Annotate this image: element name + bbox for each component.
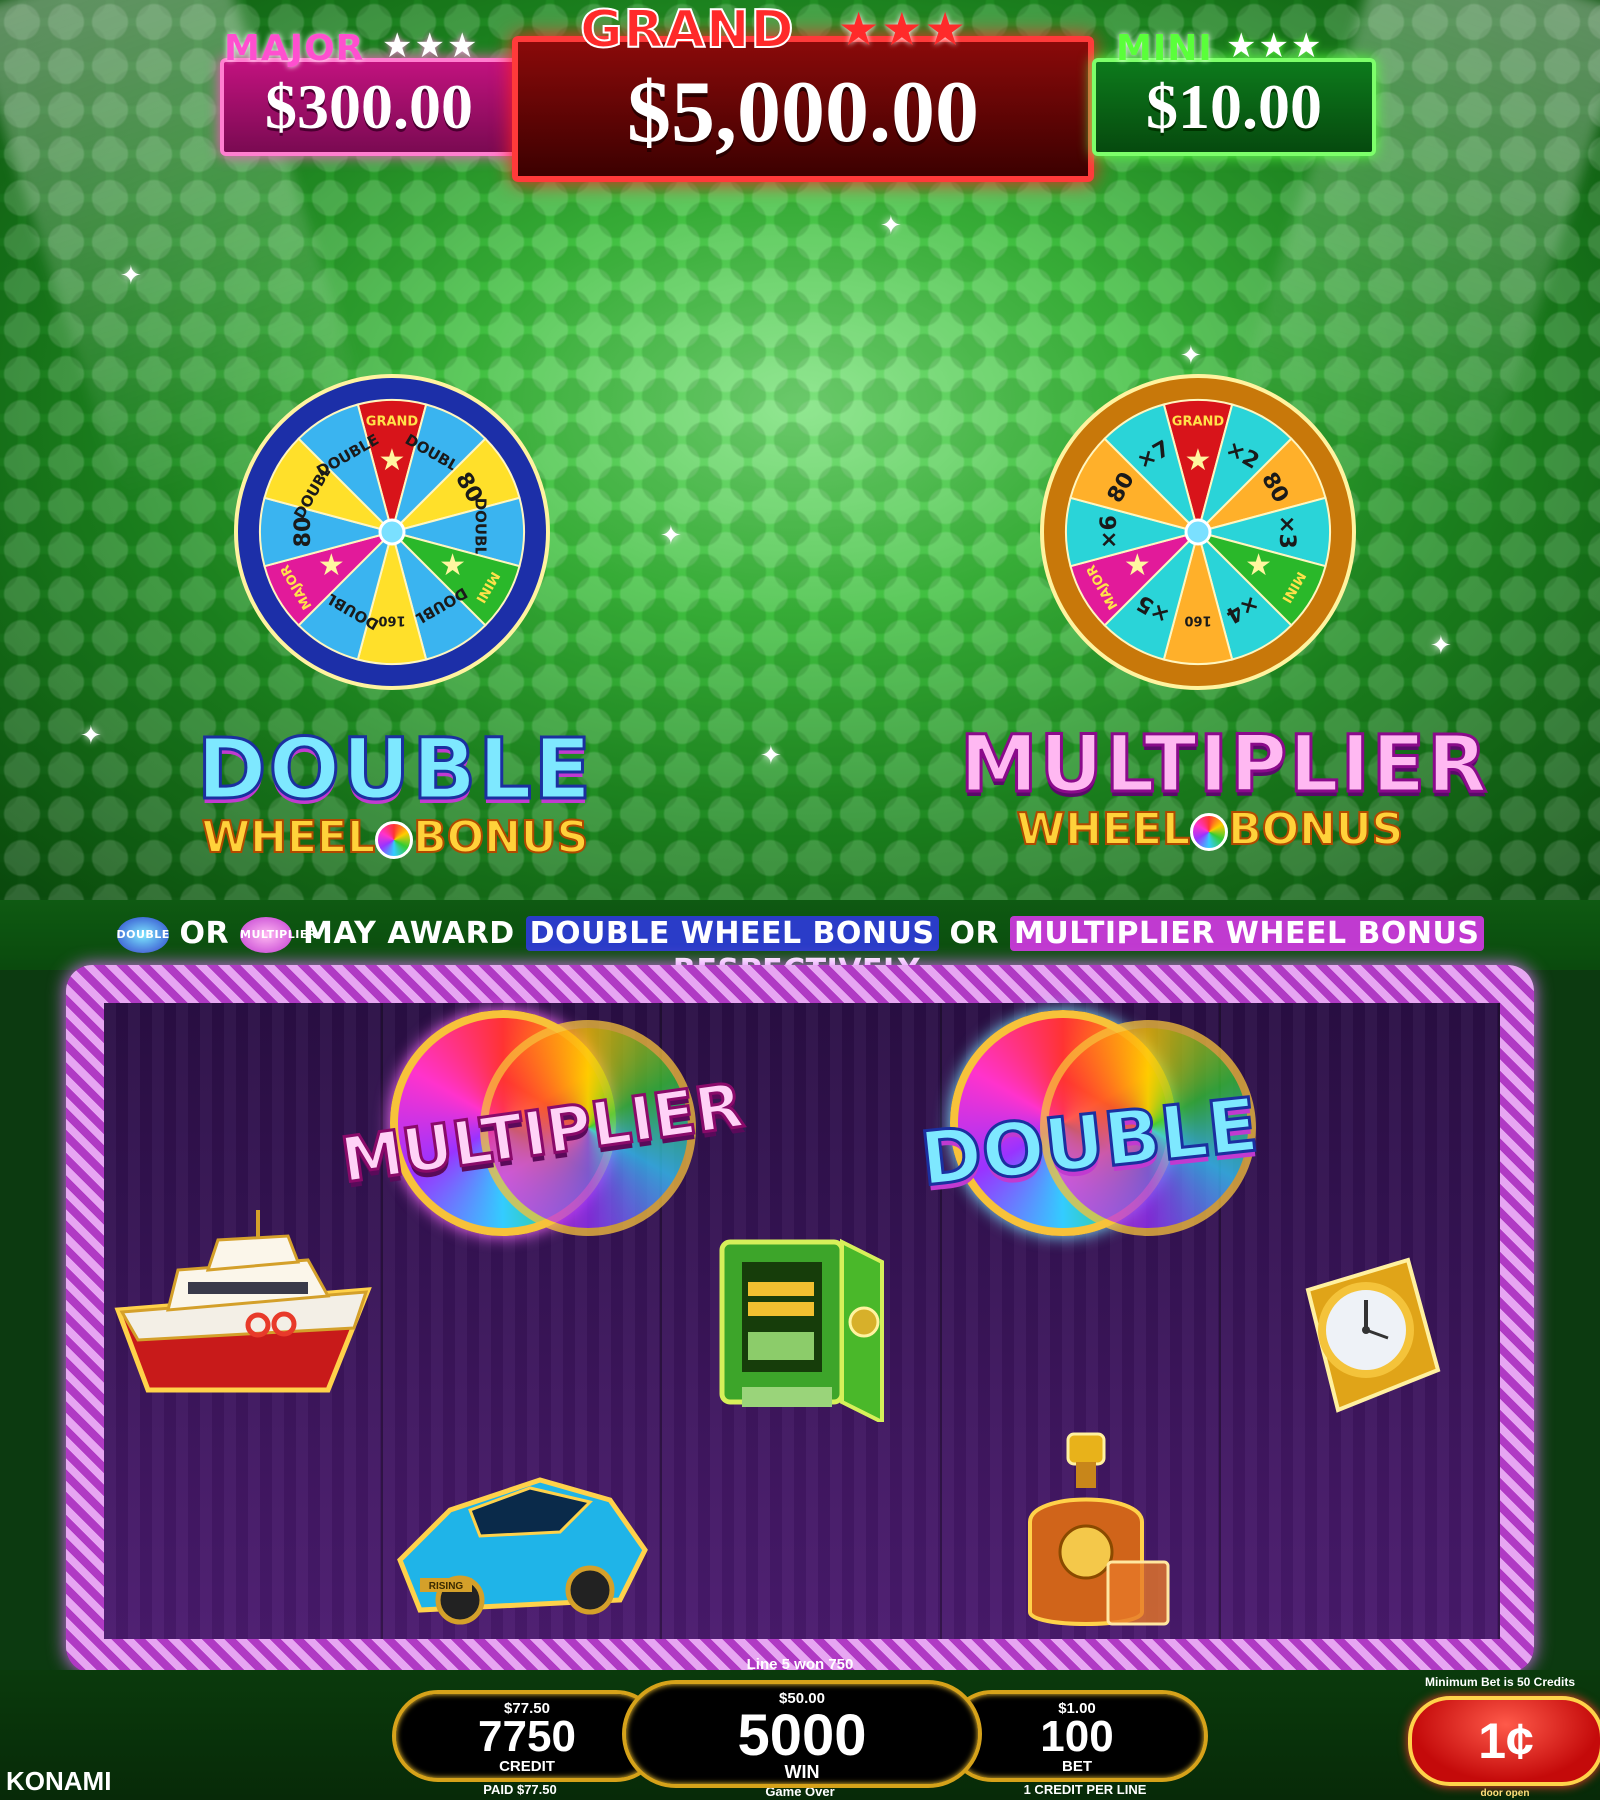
multiplier-wheel-symbol: MULTIPLIER [335, 1000, 749, 1250]
color-wheel-icon [1190, 813, 1229, 851]
konami-logo: KONAMI [6, 1766, 112, 1796]
win-label: WIN [784, 1762, 820, 1782]
wheel-hub [378, 518, 406, 546]
sports-car-icon: RISING [397, 1477, 648, 1625]
double-wheel-bonus-highlight: DOUBLE WHEEL BONUS [525, 916, 939, 951]
multiplier-wheel-bonus-highlight: MULTIPLIER WHEEL BONUS [1010, 916, 1484, 951]
may-award-text: MAY AWARD [302, 916, 515, 951]
win-value: 5000 [737, 1703, 867, 1768]
double-wheel-segment-label: GRAND [366, 415, 419, 430]
door-open-indicator: door open [1480, 1788, 1530, 1799]
yacht-icon [114, 1210, 372, 1393]
money-safe-icon [719, 1238, 884, 1422]
mini-stars-icon: ★★★ [1226, 27, 1324, 65]
bet-value: 100 [1040, 1712, 1114, 1761]
multiplier-wheel-bonus-title: MULTIPLIER WHEEL BONUS [959, 719, 1490, 857]
star-icon: ★ [1245, 549, 1272, 582]
multiplier-wheel-segment-label: 160 [1184, 613, 1211, 628]
mini-label: MINI [1116, 28, 1213, 69]
double-wheel-bonus-title: DOUBLE WHEEL BONUS [170, 719, 620, 865]
cognac-bottle-icon [1028, 1432, 1170, 1626]
multiplier-wheel-segment-label: GRAND [1172, 415, 1225, 430]
multiplier-symbol-icon: MULTIPLIER [240, 916, 316, 953]
double-wheel-symbol: DOUBLE [915, 1000, 1264, 1250]
bonus-word: BONUS [1227, 803, 1404, 856]
bet-per-line-text: 1 CREDIT PER LINE [1023, 1782, 1147, 1797]
gold-watch-icon [1305, 1257, 1441, 1413]
multiplier-title: MULTIPLIER [959, 719, 1490, 812]
star-icon: ★ [318, 549, 345, 582]
double-wheel-icon: GRAND★DOUBLE80DOUBLEMINI★DOUBLE160DOUBLE… [234, 374, 550, 690]
star-icon: ★ [1124, 549, 1151, 582]
double-title: DOUBLE [195, 719, 594, 820]
sparkle-icon: ✦ [1180, 340, 1202, 370]
mini-jackpot-panel: MINI ★★★ $10.00 [1092, 27, 1376, 156]
mini-amount: $10.00 [1146, 71, 1322, 142]
sparkle-icon: ✦ [660, 520, 682, 550]
sparkle-icon: ✦ [1430, 630, 1452, 660]
wheel-bonus-subtitle: WHEEL BONUS [960, 803, 1460, 856]
minimum-bet-message: Minimum Bet is 50 Credits [1424, 1675, 1576, 1689]
multiplier-wheel-segment-label: ×3 [1274, 515, 1299, 549]
line-win-message: Line 5 won 750 [746, 1656, 854, 1673]
wheel-hub [1184, 518, 1212, 546]
credit-value: 7750 [478, 1712, 576, 1761]
credit-label: CREDIT [499, 1758, 555, 1775]
major-label: MAJOR [224, 28, 365, 69]
car-plate-text: RISING [429, 1581, 464, 1592]
or-word: OR [179, 916, 230, 951]
sparkle-icon: ✦ [120, 260, 142, 290]
win-meter: $50.00 5000 WIN [622, 1680, 982, 1788]
sparkle-icon: ✦ [80, 720, 102, 750]
wheel-word: WHEEL [201, 811, 377, 864]
major-amount: $300.00 [265, 71, 473, 142]
grand-jackpot-panel: GRAND ★★★ $5,000.00 [512, 0, 1094, 182]
sparkle-icon: ✦ [760, 740, 782, 770]
double-wheel-segment-label: 160 [378, 613, 405, 628]
multiplier-wheel-icon: GRAND★ ×280×3MINI★×4160×5MAJOR ★×680×7 [1040, 374, 1356, 690]
wheel-bonus-subtitle: WHEEL BONUS [170, 811, 620, 864]
major-jackpot-panel: MAJOR ★★★ $300.00 [220, 27, 518, 156]
bonus-word: BONUS [412, 811, 589, 864]
grand-stars-icon: ★★★ [838, 3, 968, 55]
grand-label: GRAND [579, 0, 795, 61]
double-symbol-icon: DOUBLE [116, 916, 169, 953]
color-wheel-icon [375, 821, 414, 859]
multiplier-wheel-segment-label: ×6 [1097, 515, 1122, 549]
bonus-info-strip: DOUBLE OR MULTIPLIER MAY AWARD DOUBLE WH… [0, 900, 1600, 988]
denomination-button[interactable]: 1¢ [1408, 1696, 1600, 1786]
bet-meter[interactable]: $1.00 100 BET [946, 1690, 1208, 1782]
or-word: OR [949, 916, 1000, 951]
bet-label: BET [1062, 1758, 1092, 1775]
sparkle-icon: ✦ [880, 210, 902, 240]
grand-amount: $5,000.00 [627, 64, 979, 161]
major-stars-icon: ★★★ [382, 27, 480, 65]
star-icon: ★ [379, 444, 406, 477]
star-icon: ★ [439, 549, 466, 582]
wheel-word: WHEEL [1016, 803, 1192, 856]
star-icon: ★ [1185, 444, 1212, 477]
paid-amount: PAID $77.50 [483, 1782, 557, 1797]
